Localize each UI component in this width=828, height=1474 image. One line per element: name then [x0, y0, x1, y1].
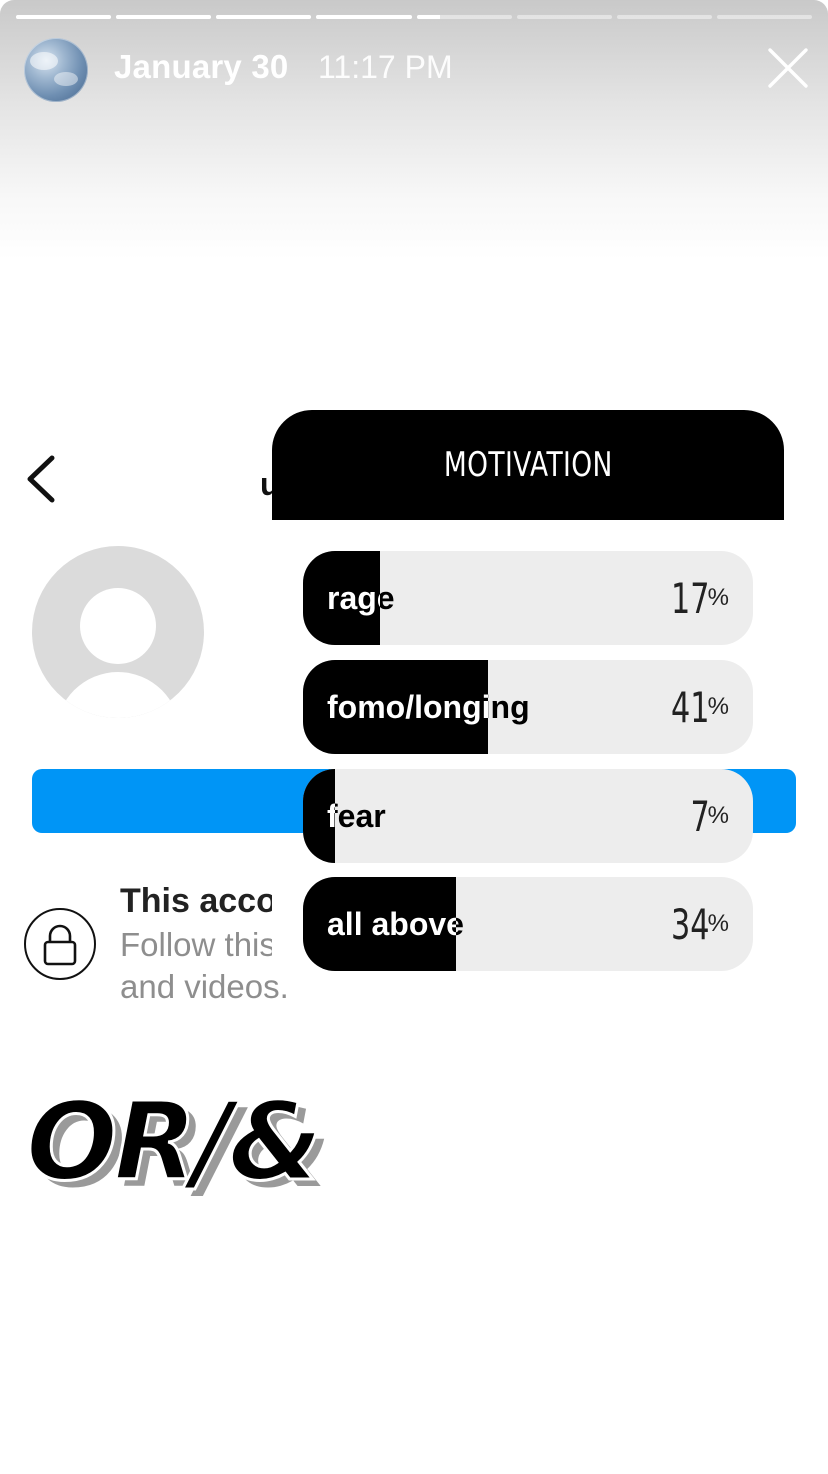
poll-option-label-overlay: fear: [327, 798, 335, 834]
private-account-subtitle-line2: and videos.: [120, 968, 289, 1005]
poll-option-label: fear: [327, 798, 386, 834]
top-gradient: [0, 0, 828, 260]
poll-option-fill: fomo/longing: [303, 660, 488, 754]
story-progress-segment: [116, 15, 212, 19]
avatar-body-shape: [56, 672, 180, 718]
poll-percent-sign: %: [707, 584, 729, 611]
default-profile-picture: [32, 546, 204, 718]
poll-percent-value: 17: [671, 573, 710, 623]
poll-option-rage[interactable]: rage rage 17 %: [303, 551, 753, 645]
poll-option-percent: 7 %: [683, 769, 729, 863]
poll-option-fill: fear: [303, 769, 335, 863]
sticker-text: OR/&: [25, 1079, 325, 1207]
story-progress-segment: [316, 15, 412, 19]
story-progress-segment: [216, 15, 312, 19]
story-author-avatar[interactable]: [24, 38, 88, 102]
story-progress-bar: [16, 15, 812, 20]
lock-icon: [24, 908, 96, 980]
close-icon[interactable]: [764, 44, 812, 92]
poll-option-percent: 41 %: [656, 660, 729, 754]
poll-option-percent: 17 %: [656, 551, 729, 645]
story-time: 11:17 PM: [318, 49, 453, 85]
poll-percent-sign: %: [707, 802, 729, 829]
poll-header: MOTIVATION: [272, 410, 784, 520]
poll-option-label-overlay: fomo/longing: [327, 689, 488, 725]
story-progress-segment: [516, 15, 612, 19]
story-progress-segment: [716, 15, 812, 19]
story-progress-segment: [616, 15, 712, 19]
poll-option-fear[interactable]: fear fear 7 %: [303, 769, 753, 863]
poll-percent-value: 7: [690, 791, 710, 841]
poll-option-label-overlay: all above: [327, 906, 456, 942]
back-chevron-icon: [27, 455, 55, 503]
poll-option-fomo-longing[interactable]: fomo/longing fomo/longing 41 %: [303, 660, 753, 754]
story-date: January 30: [114, 48, 289, 85]
private-account-title: This account is private: [120, 882, 272, 920]
poll-option-fill: rage: [303, 551, 380, 645]
poll-title: MOTIVATION: [443, 445, 613, 485]
poll-percent-sign: %: [707, 910, 729, 937]
poll-option-percent: 34 %: [656, 877, 729, 971]
poll-option-label-overlay: rage: [327, 580, 380, 616]
poll-option-all-above[interactable]: all above all above 34 %: [303, 877, 753, 971]
poll-percent-value: 34: [671, 899, 710, 949]
avatar-head-shape: [80, 588, 156, 664]
private-account-subtitle-line1: Follow this account to see their photos: [120, 926, 272, 963]
poll-percent-sign: %: [707, 693, 729, 720]
story-progress-segment: [416, 15, 512, 19]
story-progress-segment: [16, 15, 112, 19]
poll-option-fill: all above: [303, 877, 456, 971]
or-and-sticker: OR/& OR/&: [25, 1079, 386, 1220]
story-viewer[interactable]: u This account is private Follow this ac…: [0, 0, 828, 1474]
poll-percent-value: 41: [671, 682, 710, 732]
